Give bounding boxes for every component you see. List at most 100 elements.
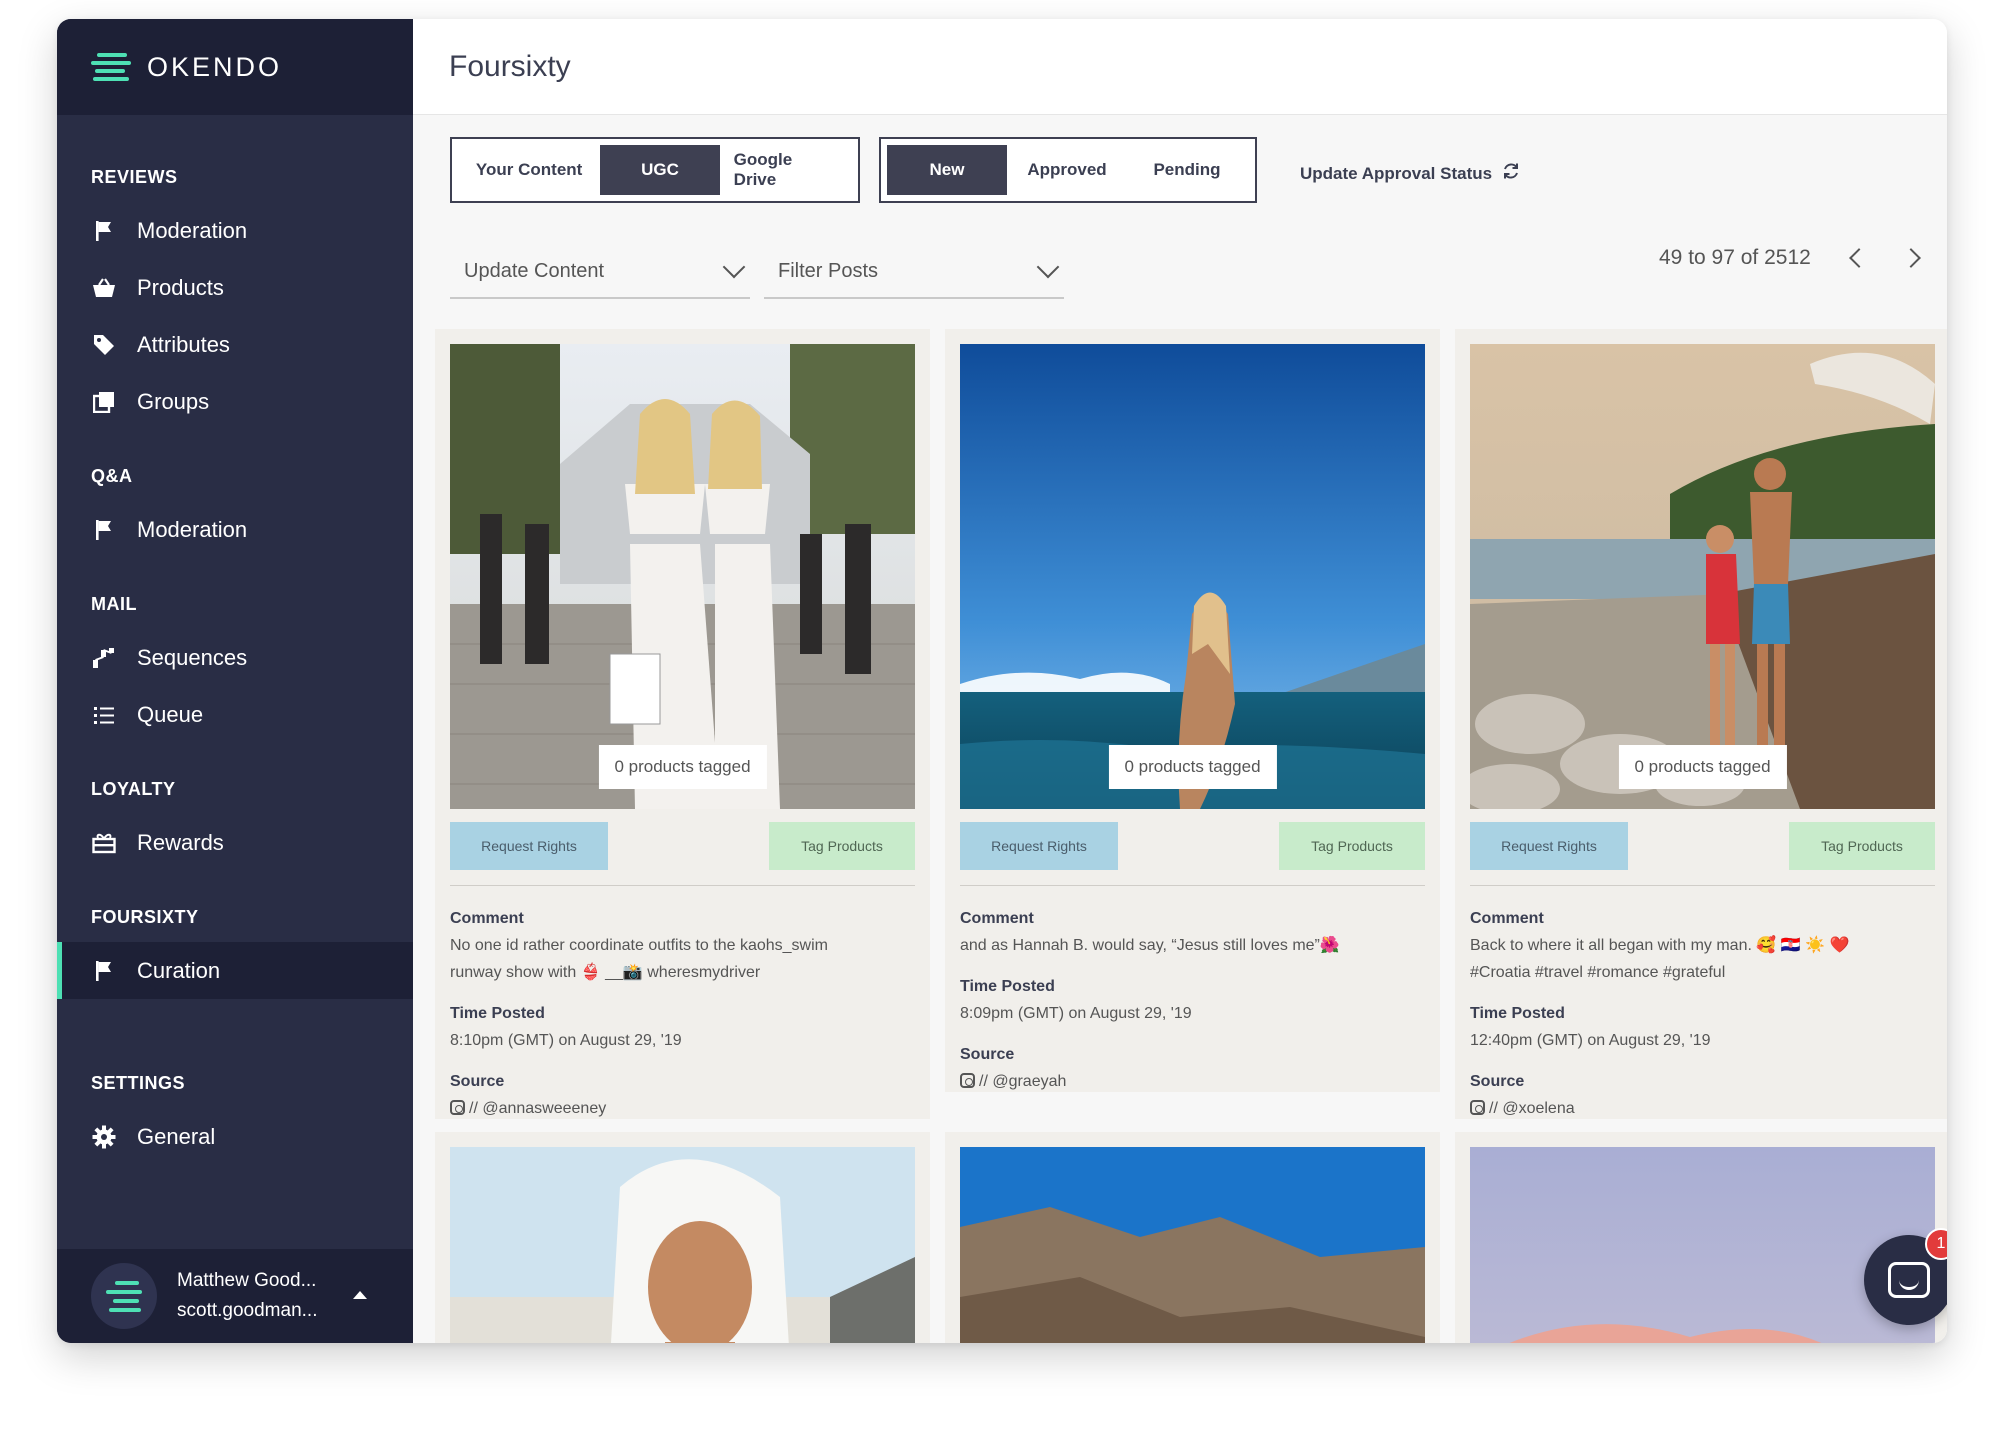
time-posted-label: Time Posted <box>450 1005 545 1022</box>
time-posted-value: 8:10pm (GMT) on August 29, '19 <box>450 1032 682 1049</box>
filter-posts-dropdown[interactable]: Filter Posts <box>764 245 1064 299</box>
content-source-tabs: Your Content UGC Google Drive <box>450 137 860 203</box>
pagination: 49 to 97 of 2512 <box>1659 243 1923 273</box>
section-title-mail: MAIL <box>91 594 137 614</box>
chevron-down-icon <box>722 255 746 279</box>
post-card: 0 products tagged Request Rights Tag Pro… <box>945 329 1440 1092</box>
tag-products-button[interactable]: Tag Products <box>1789 822 1935 870</box>
user-info: Matthew Good... scott.goodman... <box>177 1266 317 1326</box>
tab-your-content[interactable]: Your Content <box>458 145 600 195</box>
request-rights-button[interactable]: Request Rights <box>1470 822 1628 870</box>
copy-icon <box>91 389 117 415</box>
comment-label: Comment <box>960 910 1034 927</box>
post-meta: Comment No one id rather coordinate outf… <box>450 905 915 1122</box>
comment-text: Back to where it all began with my man. … <box>1470 937 1850 954</box>
section-title-reviews: REVIEWS <box>91 167 178 187</box>
time-posted-value: 8:09pm (GMT) on August 29, '19 <box>960 1005 1192 1022</box>
post-meta: Comment Back to where it all began with … <box>1470 905 1935 1122</box>
time-posted-label: Time Posted <box>960 978 1055 995</box>
comment-text: No one id rather coordinate outfits to t… <box>450 937 828 954</box>
section-title-foursixty: FOURSIXTY <box>91 907 199 927</box>
sidebar-item-foursixty-curation[interactable]: Curation <box>57 942 413 999</box>
tab-new[interactable]: New <box>887 145 1007 195</box>
sidebar-item-settings-general[interactable]: General <box>57 1108 413 1165</box>
source-handle: // @annasweeeney <box>469 1100 607 1117</box>
comment-text: and as Hannah B. would say, “Jesus still… <box>960 937 1340 954</box>
products-tagged-badge: 0 products tagged <box>598 745 767 789</box>
sidebar-item-loyalty-rewards[interactable]: Rewards <box>57 814 413 871</box>
tag-products-button[interactable]: Tag Products <box>1279 822 1425 870</box>
sidebar-item-reviews-attributes[interactable]: Attributes <box>57 316 413 373</box>
tab-pending[interactable]: Pending <box>1127 145 1247 195</box>
user-email: scott.goodman... <box>177 1300 318 1321</box>
update-approval-status-label: Update Approval Status <box>1300 163 1493 183</box>
filter-posts-label: Filter Posts <box>778 259 879 282</box>
source-value[interactable]: // @xoelena <box>1470 1095 1935 1122</box>
sidebar-item-mail-queue[interactable]: Queue <box>57 686 413 743</box>
post-card <box>1455 1132 1947 1343</box>
tag-products-button[interactable]: Tag Products <box>769 822 915 870</box>
sidebar-item-reviews-products[interactable]: Products <box>57 259 413 316</box>
post-photo[interactable] <box>450 1147 915 1343</box>
section-title-settings: SETTINGS <box>91 1073 186 1093</box>
request-rights-button[interactable]: Request Rights <box>450 822 608 870</box>
pagination-label: 49 to 97 of 2512 <box>1659 246 1811 269</box>
basket-icon <box>91 275 117 301</box>
approval-status-tabs: New Approved Pending <box>879 137 1257 203</box>
comment-text: runway show with 👙 __📸 wheresmydriver <box>450 964 761 981</box>
instagram-icon <box>960 1073 975 1088</box>
flag-icon <box>91 958 117 984</box>
request-rights-button[interactable]: Request Rights <box>960 822 1118 870</box>
post-photo[interactable]: 0 products tagged <box>450 344 915 809</box>
user-name: Matthew Good... <box>177 1270 317 1291</box>
post-photo[interactable]: 0 products tagged <box>1470 344 1935 809</box>
post-photo[interactable] <box>960 1147 1425 1343</box>
sidebar-item-label: Rewards <box>137 829 224 855</box>
source-label: Source <box>1470 1073 1525 1090</box>
chevron-left-icon[interactable] <box>1847 243 1867 273</box>
flag-icon <box>91 218 117 244</box>
tag-icon <box>91 332 117 358</box>
sidebar: OKENDO REVIEWS Moderation Products Attri… <box>57 19 413 1343</box>
brand-header[interactable]: OKENDO <box>57 19 413 115</box>
post-card <box>945 1132 1440 1343</box>
sidebar-item-label: Products <box>137 274 224 300</box>
comment-text: #Croatia #travel #romance #grateful <box>1470 964 1726 981</box>
post-card <box>435 1132 930 1343</box>
post-photo[interactable] <box>1470 1147 1935 1343</box>
tab-google-drive[interactable]: Google Drive <box>720 145 852 195</box>
divider <box>1470 885 1935 886</box>
gear-icon <box>91 1124 117 1150</box>
tab-ugc[interactable]: UGC <box>600 145 720 195</box>
update-approval-status-button[interactable]: Update Approval Status <box>1300 162 1520 185</box>
chat-icon <box>1888 1262 1930 1298</box>
section-title-loyalty: LOYALTY <box>91 779 176 799</box>
sidebar-item-label: General <box>137 1123 216 1149</box>
source-handle: // @xoelena <box>1489 1100 1575 1117</box>
user-menu[interactable]: Matthew Good... scott.goodman... <box>57 1249 413 1343</box>
sidebar-item-reviews-groups[interactable]: Groups <box>57 373 413 430</box>
caret-up-icon[interactable] <box>353 1291 367 1299</box>
source-label: Source <box>450 1073 505 1090</box>
source-value[interactable]: // @annasweeeney <box>450 1095 915 1122</box>
list-icon <box>91 702 117 728</box>
sidebar-item-reviews-moderation[interactable]: Moderation <box>57 202 413 259</box>
sidebar-item-label: Moderation <box>137 516 248 542</box>
post-photo[interactable]: 0 products tagged <box>960 344 1425 809</box>
comment-label: Comment <box>1470 910 1544 927</box>
update-content-dropdown[interactable]: Update Content <box>450 245 750 299</box>
page-title: Foursixty <box>449 49 571 83</box>
update-content-label: Update Content <box>464 259 605 282</box>
sidebar-item-mail-sequences[interactable]: Sequences <box>57 629 413 686</box>
brand-name: OKENDO <box>147 51 283 82</box>
time-posted-value: 12:40pm (GMT) on August 29, '19 <box>1470 1032 1711 1049</box>
time-posted-label: Time Posted <box>1470 1005 1565 1022</box>
sidebar-item-qa-moderation[interactable]: Moderation <box>57 501 413 558</box>
tab-approved[interactable]: Approved <box>1007 145 1127 195</box>
source-value[interactable]: // @graeyah <box>960 1068 1425 1095</box>
sequence-icon <box>91 645 117 671</box>
chevron-right-icon[interactable] <box>1903 243 1923 273</box>
avatar <box>91 1263 157 1329</box>
sidebar-item-label: Attributes <box>137 331 230 357</box>
sidebar-item-label: Groups <box>137 388 210 414</box>
